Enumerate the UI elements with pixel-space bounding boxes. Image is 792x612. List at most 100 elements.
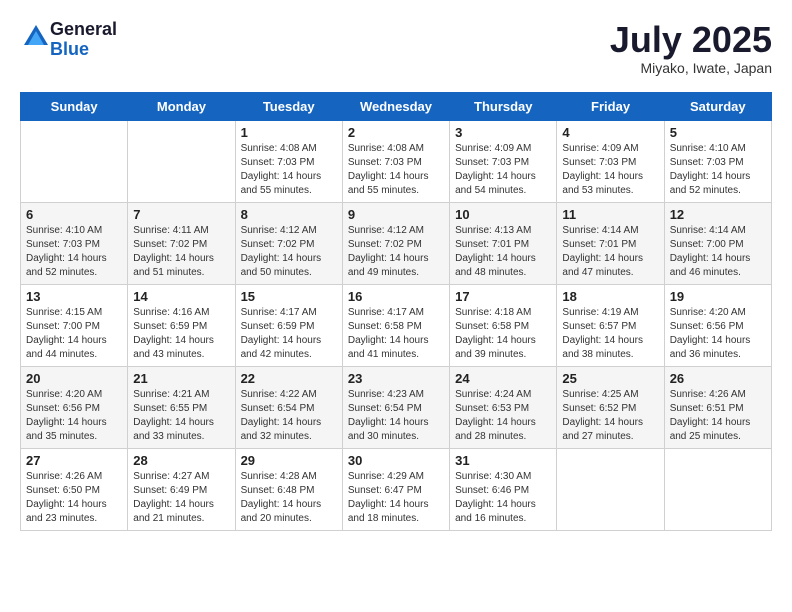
calendar-cell: 30 Sunrise: 4:29 AMSunset: 6:47 PMDaylig… <box>342 448 449 530</box>
calendar-cell: 21 Sunrise: 4:21 AMSunset: 6:55 PMDaylig… <box>128 366 235 448</box>
day-number: 22 <box>241 371 337 386</box>
calendar-cell: 10 Sunrise: 4:13 AMSunset: 7:01 PMDaylig… <box>450 202 557 284</box>
logo: General Blue <box>20 20 117 60</box>
calendar-cell: 18 Sunrise: 4:19 AMSunset: 6:57 PMDaylig… <box>557 284 664 366</box>
cell-info: Sunrise: 4:16 AMSunset: 6:59 PMDaylight:… <box>133 306 229 362</box>
day-number: 12 <box>670 207 766 222</box>
title-block: July 2025 Miyako, Iwate, Japan <box>610 20 772 76</box>
calendar-cell: 31 Sunrise: 4:30 AMSunset: 6:46 PMDaylig… <box>450 448 557 530</box>
day-number: 21 <box>133 371 229 386</box>
calendar-week-row: 1 Sunrise: 4:08 AMSunset: 7:03 PMDayligh… <box>21 120 772 202</box>
calendar-cell: 15 Sunrise: 4:17 AMSunset: 6:59 PMDaylig… <box>235 284 342 366</box>
cell-info: Sunrise: 4:20 AMSunset: 6:56 PMDaylight:… <box>26 388 122 444</box>
day-number: 5 <box>670 125 766 140</box>
calendar-week-row: 13 Sunrise: 4:15 AMSunset: 7:00 PMDaylig… <box>21 284 772 366</box>
day-number: 28 <box>133 453 229 468</box>
cell-info: Sunrise: 4:23 AMSunset: 6:54 PMDaylight:… <box>348 388 444 444</box>
col-header-friday: Friday <box>557 92 664 120</box>
day-number: 25 <box>562 371 658 386</box>
cell-info: Sunrise: 4:15 AMSunset: 7:00 PMDaylight:… <box>26 306 122 362</box>
day-number: 1 <box>241 125 337 140</box>
col-header-tuesday: Tuesday <box>235 92 342 120</box>
cell-info: Sunrise: 4:29 AMSunset: 6:47 PMDaylight:… <box>348 470 444 526</box>
day-number: 24 <box>455 371 551 386</box>
cell-info: Sunrise: 4:10 AMSunset: 7:03 PMDaylight:… <box>670 142 766 198</box>
month-title: July 2025 <box>610 20 772 60</box>
day-number: 31 <box>455 453 551 468</box>
cell-info: Sunrise: 4:30 AMSunset: 6:46 PMDaylight:… <box>455 470 551 526</box>
calendar-table: SundayMondayTuesdayWednesdayThursdayFrid… <box>20 92 772 531</box>
cell-info: Sunrise: 4:17 AMSunset: 6:58 PMDaylight:… <box>348 306 444 362</box>
calendar-cell: 28 Sunrise: 4:27 AMSunset: 6:49 PMDaylig… <box>128 448 235 530</box>
cell-info: Sunrise: 4:13 AMSunset: 7:01 PMDaylight:… <box>455 224 551 280</box>
day-number: 9 <box>348 207 444 222</box>
calendar-cell: 12 Sunrise: 4:14 AMSunset: 7:00 PMDaylig… <box>664 202 771 284</box>
col-header-saturday: Saturday <box>664 92 771 120</box>
calendar-cell: 11 Sunrise: 4:14 AMSunset: 7:01 PMDaylig… <box>557 202 664 284</box>
day-number: 3 <box>455 125 551 140</box>
calendar-cell: 8 Sunrise: 4:12 AMSunset: 7:02 PMDayligh… <box>235 202 342 284</box>
cell-info: Sunrise: 4:08 AMSunset: 7:03 PMDaylight:… <box>348 142 444 198</box>
col-header-wednesday: Wednesday <box>342 92 449 120</box>
day-number: 2 <box>348 125 444 140</box>
location-subtitle: Miyako, Iwate, Japan <box>610 60 772 76</box>
calendar-cell: 9 Sunrise: 4:12 AMSunset: 7:02 PMDayligh… <box>342 202 449 284</box>
day-number: 19 <box>670 289 766 304</box>
calendar-cell: 22 Sunrise: 4:22 AMSunset: 6:54 PMDaylig… <box>235 366 342 448</box>
cell-info: Sunrise: 4:08 AMSunset: 7:03 PMDaylight:… <box>241 142 337 198</box>
calendar-cell: 14 Sunrise: 4:16 AMSunset: 6:59 PMDaylig… <box>128 284 235 366</box>
cell-info: Sunrise: 4:09 AMSunset: 7:03 PMDaylight:… <box>455 142 551 198</box>
cell-info: Sunrise: 4:28 AMSunset: 6:48 PMDaylight:… <box>241 470 337 526</box>
calendar-cell: 23 Sunrise: 4:23 AMSunset: 6:54 PMDaylig… <box>342 366 449 448</box>
calendar-cell: 16 Sunrise: 4:17 AMSunset: 6:58 PMDaylig… <box>342 284 449 366</box>
col-header-thursday: Thursday <box>450 92 557 120</box>
calendar-cell: 20 Sunrise: 4:20 AMSunset: 6:56 PMDaylig… <box>21 366 128 448</box>
cell-info: Sunrise: 4:18 AMSunset: 6:58 PMDaylight:… <box>455 306 551 362</box>
day-number: 10 <box>455 207 551 222</box>
cell-info: Sunrise: 4:11 AMSunset: 7:02 PMDaylight:… <box>133 224 229 280</box>
day-number: 6 <box>26 207 122 222</box>
day-number: 13 <box>26 289 122 304</box>
calendar-cell: 1 Sunrise: 4:08 AMSunset: 7:03 PMDayligh… <box>235 120 342 202</box>
day-number: 20 <box>26 371 122 386</box>
calendar-cell: 25 Sunrise: 4:25 AMSunset: 6:52 PMDaylig… <box>557 366 664 448</box>
cell-info: Sunrise: 4:25 AMSunset: 6:52 PMDaylight:… <box>562 388 658 444</box>
calendar-cell: 2 Sunrise: 4:08 AMSunset: 7:03 PMDayligh… <box>342 120 449 202</box>
cell-info: Sunrise: 4:12 AMSunset: 7:02 PMDaylight:… <box>241 224 337 280</box>
cell-info: Sunrise: 4:14 AMSunset: 7:01 PMDaylight:… <box>562 224 658 280</box>
day-number: 17 <box>455 289 551 304</box>
calendar-header-row: SundayMondayTuesdayWednesdayThursdayFrid… <box>21 92 772 120</box>
cell-info: Sunrise: 4:24 AMSunset: 6:53 PMDaylight:… <box>455 388 551 444</box>
day-number: 27 <box>26 453 122 468</box>
cell-info: Sunrise: 4:09 AMSunset: 7:03 PMDaylight:… <box>562 142 658 198</box>
calendar-cell <box>128 120 235 202</box>
day-number: 8 <box>241 207 337 222</box>
cell-info: Sunrise: 4:10 AMSunset: 7:03 PMDaylight:… <box>26 224 122 280</box>
cell-info: Sunrise: 4:12 AMSunset: 7:02 PMDaylight:… <box>348 224 444 280</box>
day-number: 7 <box>133 207 229 222</box>
cell-info: Sunrise: 4:27 AMSunset: 6:49 PMDaylight:… <box>133 470 229 526</box>
calendar-cell: 5 Sunrise: 4:10 AMSunset: 7:03 PMDayligh… <box>664 120 771 202</box>
col-header-monday: Monday <box>128 92 235 120</box>
calendar-cell <box>664 448 771 530</box>
calendar-cell <box>557 448 664 530</box>
calendar-cell: 6 Sunrise: 4:10 AMSunset: 7:03 PMDayligh… <box>21 202 128 284</box>
calendar-week-row: 6 Sunrise: 4:10 AMSunset: 7:03 PMDayligh… <box>21 202 772 284</box>
cell-info: Sunrise: 4:21 AMSunset: 6:55 PMDaylight:… <box>133 388 229 444</box>
day-number: 23 <box>348 371 444 386</box>
logo-text: General Blue <box>50 20 117 60</box>
logo-icon <box>20 23 50 56</box>
day-number: 26 <box>670 371 766 386</box>
cell-info: Sunrise: 4:26 AMSunset: 6:51 PMDaylight:… <box>670 388 766 444</box>
day-number: 29 <box>241 453 337 468</box>
day-number: 18 <box>562 289 658 304</box>
calendar-cell: 3 Sunrise: 4:09 AMSunset: 7:03 PMDayligh… <box>450 120 557 202</box>
calendar-cell <box>21 120 128 202</box>
logo-blue: Blue <box>50 40 117 60</box>
calendar-week-row: 27 Sunrise: 4:26 AMSunset: 6:50 PMDaylig… <box>21 448 772 530</box>
page-header: General Blue July 2025 Miyako, Iwate, Ja… <box>20 20 772 76</box>
calendar-cell: 24 Sunrise: 4:24 AMSunset: 6:53 PMDaylig… <box>450 366 557 448</box>
cell-info: Sunrise: 4:22 AMSunset: 6:54 PMDaylight:… <box>241 388 337 444</box>
col-header-sunday: Sunday <box>21 92 128 120</box>
day-number: 14 <box>133 289 229 304</box>
